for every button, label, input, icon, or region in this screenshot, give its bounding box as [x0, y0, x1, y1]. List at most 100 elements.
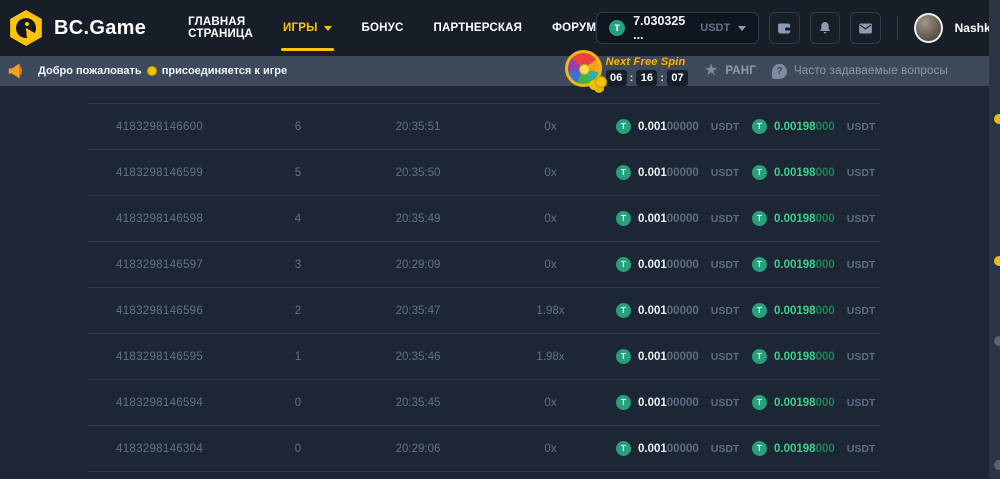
roll-result: 6 [253, 121, 343, 133]
payout-amount: T 0.00198000 USDT [744, 211, 880, 226]
faq-link[interactable]: ? Часто задаваемые вопросы [772, 64, 948, 79]
tether-icon: T [752, 441, 767, 456]
payout-amount: T 0.00198000 USDT [744, 119, 880, 134]
bet-amount: T 0.00100000 USDT [608, 349, 744, 364]
bet-time: 20:35:50 [343, 167, 493, 179]
bet-id: 4183298146596 [88, 305, 253, 317]
tether-icon: T [616, 211, 631, 226]
balance-currency: USDT [700, 22, 730, 34]
header-divider [897, 16, 898, 40]
balance-dropdown[interactable]: T 7.030325 ... USDT [596, 12, 759, 44]
bet-id: 4183298146599 [88, 167, 253, 179]
megaphone-icon [8, 62, 28, 80]
chat-panel-edge[interactable] [989, 0, 1000, 479]
bet-amount: T 0.00100000 USDT [608, 303, 744, 318]
roll-result: 0 [253, 443, 343, 455]
rank-link[interactable]: ★ РАНГ [704, 63, 756, 79]
main-nav: ГЛАВНАЯ СТРАНИЦА ИГРЫ БОНУС ПАРТНЕРСКАЯ … [188, 0, 596, 56]
table-row[interactable]: 4183298146599 5 20:35:50 0x T 0.00100000… [88, 149, 880, 195]
nav-item-forum[interactable]: ФОРУМ [552, 0, 596, 56]
bet-id: 4183298146304 [88, 443, 253, 455]
announcement-text: Добро пожаловать присоединяется к игре [38, 65, 287, 77]
bet-amount: T 0.00100000 USDT [608, 257, 744, 272]
tether-icon: T [752, 211, 767, 226]
tether-icon: T [752, 257, 767, 272]
table-row[interactable]: 4183298146303 0 20:29:05 0x T 0.00100000… [88, 471, 880, 479]
bet-multiplier: 0x [493, 167, 608, 179]
player-coin-icon [147, 66, 157, 76]
free-spin-widget[interactable]: Next Free Spin 06 : 16 : 07 [565, 55, 688, 87]
payout-amount: T 0.00198000 USDT [744, 441, 880, 456]
star-icon: ★ [704, 63, 718, 79]
nav-item-bonus[interactable]: БОНУС [362, 0, 404, 56]
bet-amount: T 0.00100000 USDT [608, 119, 744, 134]
emoji-peek-icon [994, 336, 1000, 346]
bet-multiplier: 0x [493, 121, 608, 133]
bet-id: 4183298146600 [88, 121, 253, 133]
bet-time: 20:35:51 [343, 121, 493, 133]
envelope-icon [857, 20, 874, 37]
tether-icon: T [616, 257, 631, 272]
table-row[interactable]: 4183298146598 4 20:35:49 0x T 0.00100000… [88, 195, 880, 241]
emoji-peek-icon [994, 114, 1000, 124]
bet-id: 4183298146597 [88, 259, 253, 271]
nav-item-games[interactable]: ИГРЫ [283, 0, 332, 56]
bet-time: 20:35:46 [343, 351, 493, 363]
timer-minutes: 16 [636, 70, 657, 86]
table-row[interactable]: 4183298146594 0 20:35:45 0x T 0.00100000… [88, 379, 880, 425]
emoji-peek-icon [994, 460, 1000, 470]
bet-amount: T 0.00100000 USDT [608, 441, 744, 456]
payout-amount: T 0.00198000 USDT [744, 349, 880, 364]
roll-result: 5 [253, 167, 343, 179]
spin-wheel-icon [565, 50, 602, 87]
messages-button[interactable] [850, 12, 881, 44]
payout-amount: T 0.00198000 USDT [744, 395, 880, 410]
bet-id: 4183298146595 [88, 351, 253, 363]
wallet-button[interactable] [769, 12, 800, 44]
header-right-cluster: T 7.030325 ... USDT Nashka [596, 12, 1000, 44]
balance-value: 7.030325 ... [633, 14, 692, 42]
tether-icon: T [616, 119, 631, 134]
bet-multiplier: 1.98x [493, 305, 608, 317]
table-row[interactable]: 4183298146595 1 20:35:46 1.98x T 0.00100… [88, 333, 880, 379]
tether-icon: T [616, 349, 631, 364]
timer-seconds: 07 [667, 70, 688, 86]
table-row[interactable]: 4183298146304 0 20:29:06 0x T 0.00100000… [88, 425, 880, 471]
brand-logo[interactable]: BC.Game [8, 10, 146, 46]
pacman-face-icon [16, 18, 36, 38]
tether-icon: T [752, 165, 767, 180]
chevron-down-icon [324, 26, 332, 31]
bet-multiplier: 0x [493, 259, 608, 271]
announcement-right-cluster: Next Free Spin 06 : 16 : 07 ★ РАНГ ? Час… [565, 55, 992, 87]
roll-result: 1 [253, 351, 343, 363]
chevron-down-icon [738, 26, 746, 31]
emoji-peek-icon [994, 256, 1000, 266]
bet-id: 4183298146594 [88, 397, 253, 409]
tether-icon: T [752, 395, 767, 410]
tether-icon: T [616, 395, 631, 410]
bet-time: 20:35:45 [343, 397, 493, 409]
nav-item-affiliate[interactable]: ПАРТНЕРСКАЯ [434, 0, 523, 56]
brand-name: BC.Game [54, 17, 146, 40]
bet-multiplier: 0x [493, 213, 608, 225]
table-row[interactable]: 4183298146597 3 20:29:09 0x T 0.00100000… [88, 241, 880, 287]
question-mark-icon: ? [772, 64, 787, 79]
free-spin-title: Next Free Spin [606, 56, 688, 68]
avatar[interactable] [914, 13, 943, 43]
nav-item-home[interactable]: ГЛАВНАЯ СТРАНИЦА [188, 0, 253, 56]
table-row[interactable]: 4183298146600 6 20:35:51 0x T 0.00100000… [88, 103, 880, 149]
tether-icon: T [752, 349, 767, 364]
tether-icon: T [752, 303, 767, 318]
tether-icon: T [616, 303, 631, 318]
tether-icon: T [752, 119, 767, 134]
payout-amount: T 0.00198000 USDT [744, 257, 880, 272]
bet-amount: T 0.00100000 USDT [608, 211, 744, 226]
bcgame-hexagon-icon [8, 10, 44, 46]
table-row[interactable]: 4183298146596 2 20:35:47 1.98x T 0.00100… [88, 287, 880, 333]
tether-icon: T [616, 165, 631, 180]
top-header: BC.Game ГЛАВНАЯ СТРАНИЦА ИГРЫ БОНУС ПАРТ… [0, 0, 1000, 56]
tether-icon: T [616, 441, 631, 456]
notifications-button[interactable] [810, 12, 841, 44]
bet-time: 20:29:09 [343, 259, 493, 271]
bell-icon [817, 20, 833, 36]
